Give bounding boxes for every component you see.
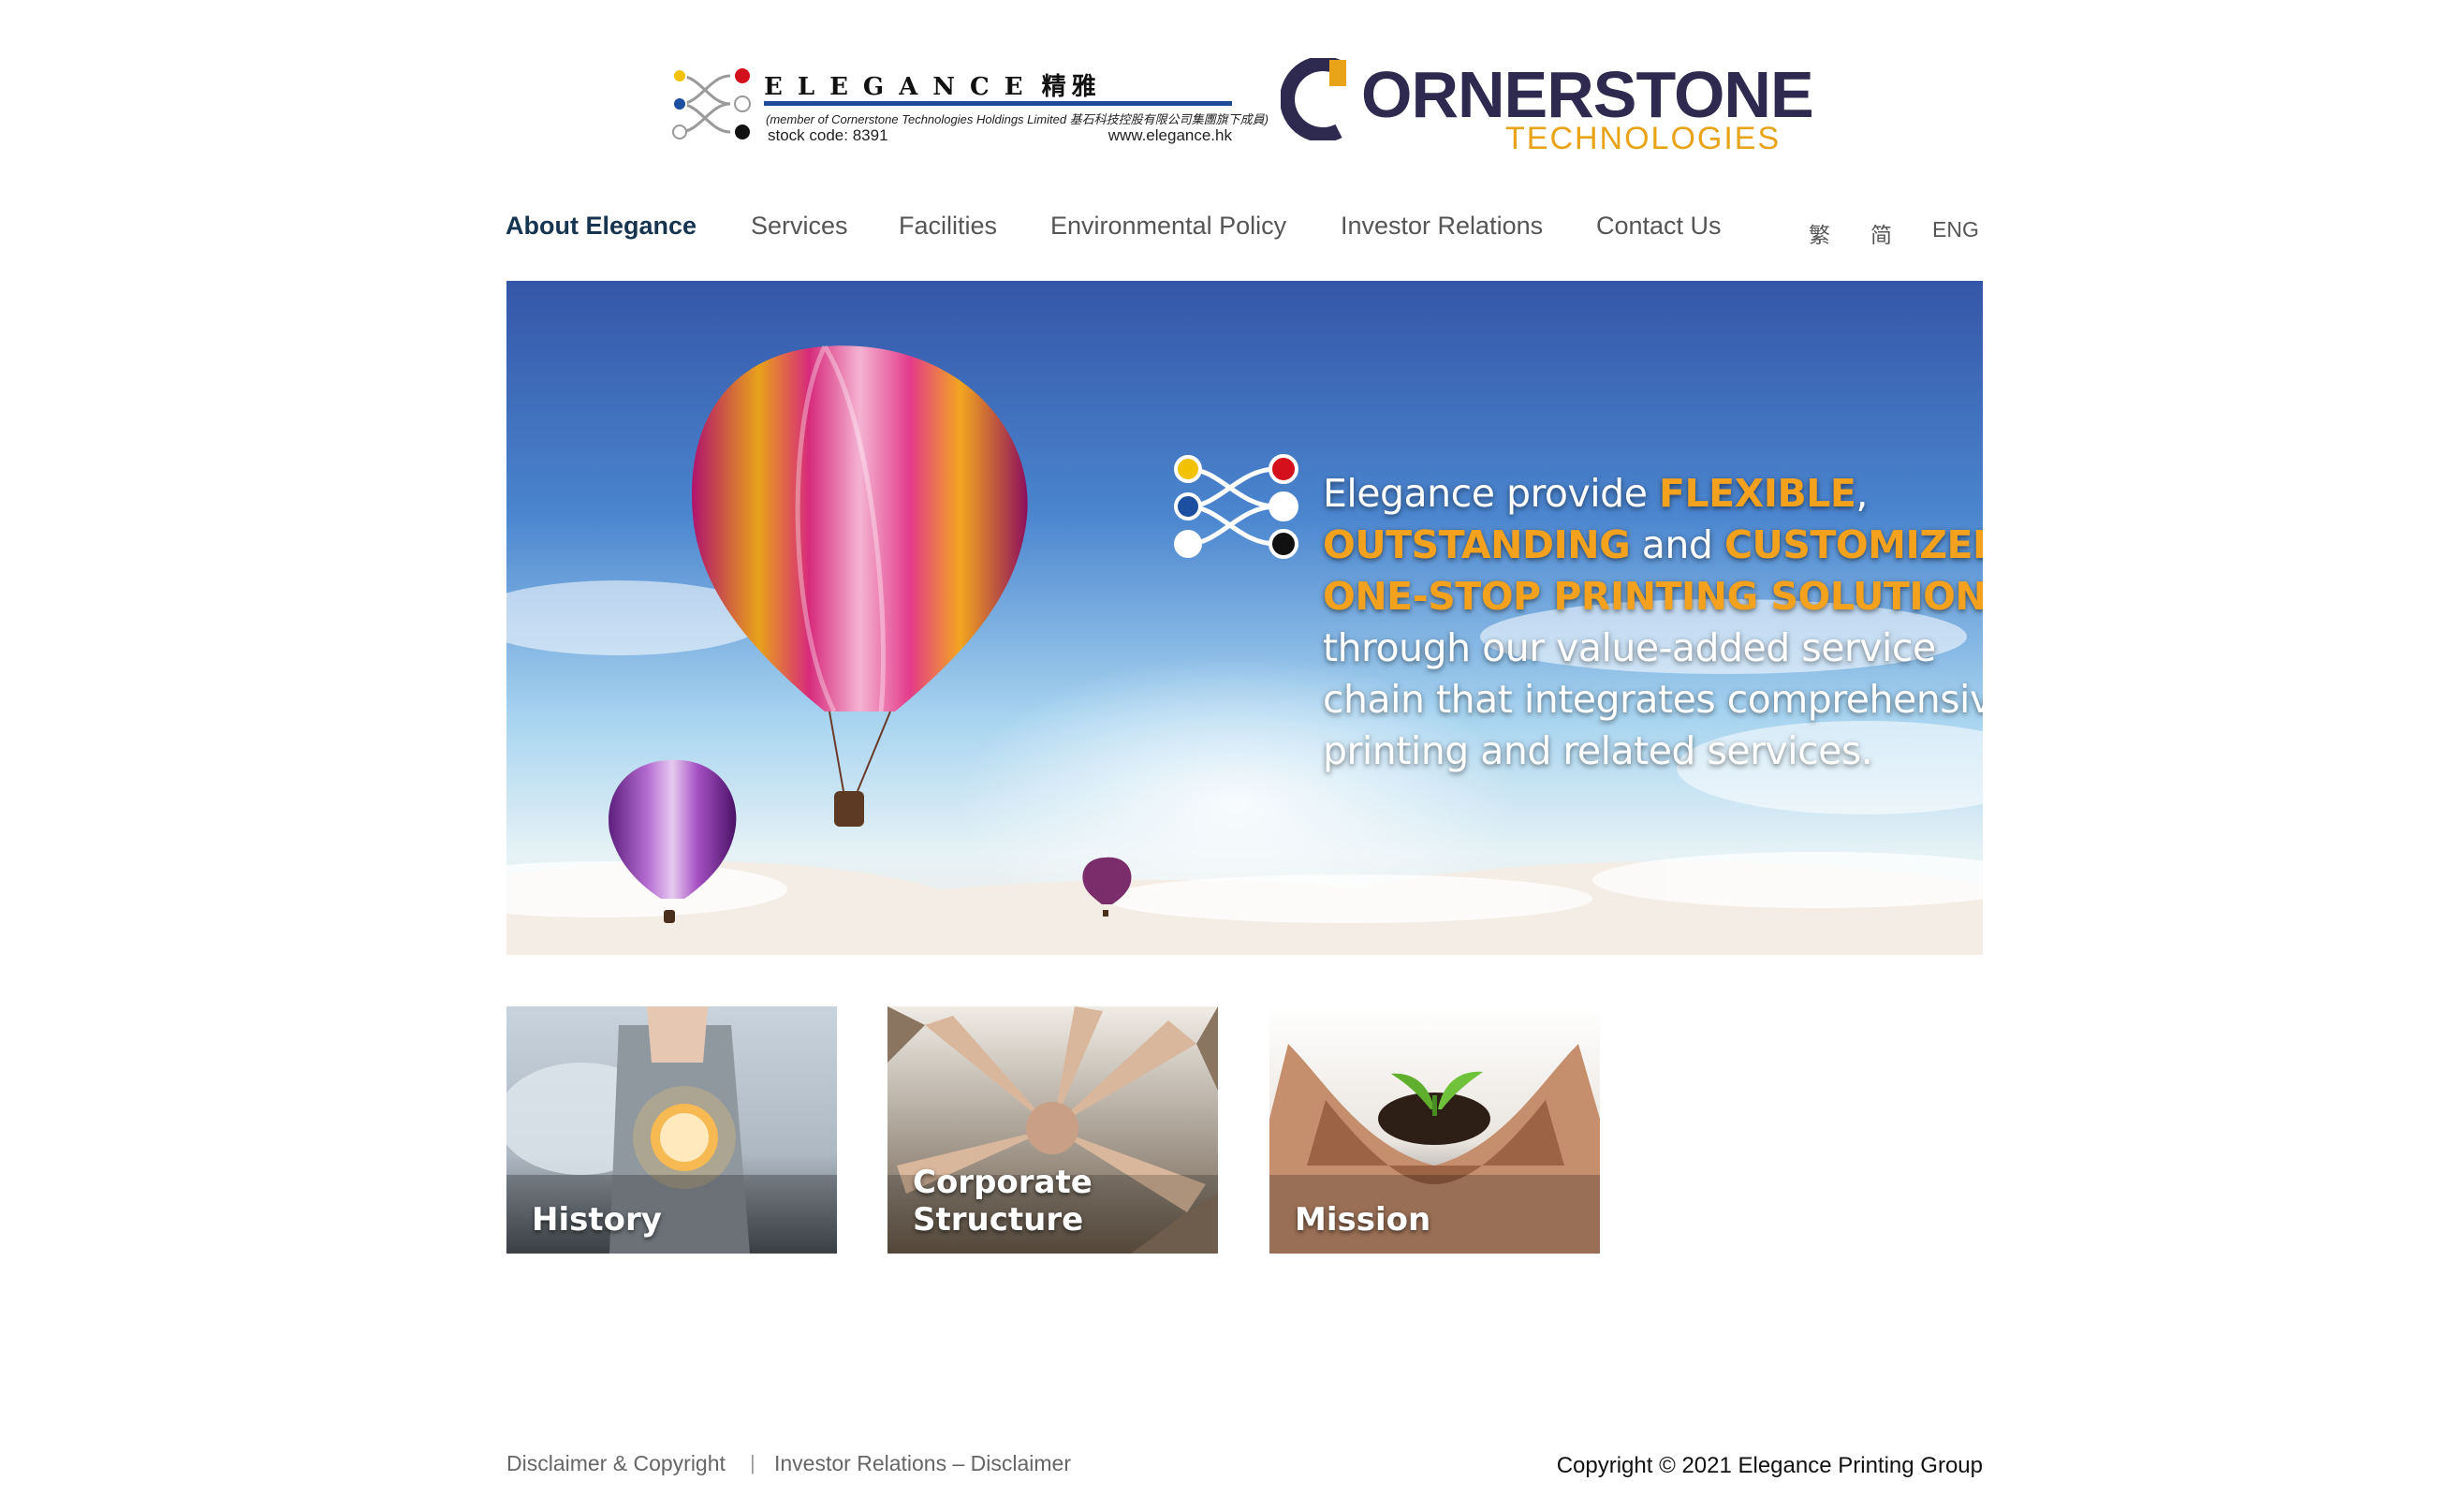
lang-simplified-chinese[interactable]: 简 — [1870, 217, 1892, 249]
elegance-member-line: (member of Cornerstone Technologies Hold… — [766, 112, 1269, 126]
lang-english[interactable]: ENG — [1932, 217, 1979, 242]
cornerstone-wordmark: ORNERSTONE — [1361, 58, 1814, 131]
elegance-rule — [764, 101, 1232, 106]
footer-investor-relations-disclaimer-link[interactable]: Investor Relations – Disclaimer — [774, 1451, 1071, 1476]
nav-environmental-policy[interactable]: Environmental Policy — [1050, 212, 1286, 241]
tile-history-label: History — [532, 1201, 662, 1239]
hero-line-1: Elegance provide FLEXIBLE, — [1323, 471, 1868, 516]
hero-line-6: printing and related services. — [1323, 728, 1873, 773]
hero-banner[interactable]: Elegance provide FLEXIBLE, OUTSTANDING a… — [506, 281, 1983, 955]
cornerstone-mark-icon — [1281, 58, 1346, 140]
lang-traditional-chinese[interactable]: 繁 — [1809, 217, 1830, 249]
elegance-url: www.elegance.hk — [1107, 126, 1232, 144]
hero-line-5: chain that integrates comprehensive — [1323, 677, 1983, 722]
cornerstone-subtitle: TECHNOLOGIES — [1505, 121, 1782, 156]
elegance-logo[interactable]: ELEGANCE 精雅 (member of Cornerstone Techno… — [672, 60, 1269, 154]
footer-disclaimer-copyright-link[interactable]: Disclaimer & Copyright — [506, 1451, 726, 1476]
hero-line-3: ONE-STOP PRINTING SOLUTIONS — [1323, 574, 1983, 619]
tile-corporate-structure-label: Corporate Structure — [913, 1164, 1093, 1239]
hero-tagline: Elegance provide FLEXIBLE, OUTSTANDING a… — [1323, 468, 1983, 777]
tile-mission-label: Mission — [1295, 1201, 1431, 1239]
nav-about-elegance[interactable]: About Elegance — [506, 212, 697, 241]
tile-history[interactable]: History — [506, 1006, 837, 1254]
elegance-mark-icon — [672, 68, 751, 139]
elegance-mark-icon — [1174, 454, 1298, 559]
page: ELEGANCE 精雅 (member of Cornerstone Techno… — [0, 0, 2464, 1496]
nav-services[interactable]: Services — [751, 212, 848, 241]
elegance-stock-code: stock code: 8391 — [768, 126, 888, 144]
tile-corporate-structure[interactable]: Corporate Structure — [887, 1006, 1218, 1254]
hero-line-4: through our value-added service — [1323, 625, 1936, 670]
footer-copyright: Copyright © 2021 Elegance Printing Group — [1556, 1453, 1983, 1478]
hero-line-2: OUTSTANDING and CUSTOMIZED — [1323, 522, 1983, 567]
nav-contact-us[interactable]: Contact Us — [1596, 212, 1722, 241]
cornerstone-logo[interactable]: ORNERSTONE TECHNOLOGIES — [1281, 54, 1824, 157]
elegance-chinese-name: 精雅 — [1041, 73, 1102, 101]
elegance-wordmark: ELEGANCE 精雅 — [764, 73, 1102, 101]
footer-separator: | — [750, 1451, 755, 1474]
tile-mission[interactable]: Mission — [1269, 1006, 1600, 1254]
nav-facilities[interactable]: Facilities — [899, 212, 997, 241]
nav-investor-relations[interactable]: Investor Relations — [1341, 212, 1543, 241]
